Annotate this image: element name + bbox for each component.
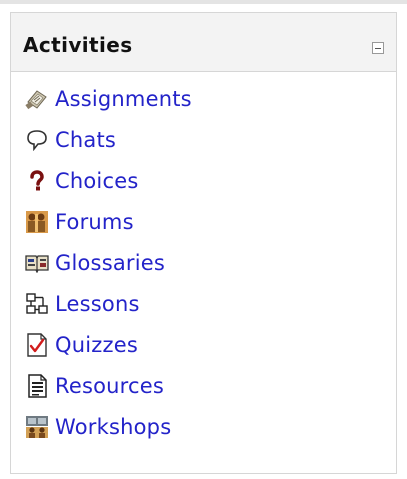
activity-label: Forums (55, 209, 134, 234)
activity-link-glossaries[interactable]: Glossaries (25, 242, 396, 283)
activity-label: Lessons (55, 291, 140, 316)
activity-label: Quizzes (55, 332, 138, 357)
quiz-checkmark-icon (25, 332, 49, 357)
activity-link-quizzes[interactable]: Quizzes (25, 324, 396, 365)
activity-label: Workshops (55, 414, 172, 439)
activity-link-resources[interactable]: Resources (25, 365, 396, 406)
block-header: Activities (11, 13, 396, 72)
top-border-line (0, 0, 407, 4)
activity-label: Resources (55, 373, 165, 398)
activity-link-chats[interactable]: Chats (25, 119, 396, 160)
glossary-book-icon (25, 251, 49, 275)
activities-list: Assignments Chats Choices Forums Glossar… (11, 72, 396, 447)
block-title: Activities (23, 33, 133, 57)
activity-label: Chats (55, 127, 117, 152)
activity-label: Choices (55, 168, 139, 193)
minus-box-icon[interactable] (372, 42, 384, 54)
activity-link-forums[interactable]: Forums (25, 201, 396, 242)
workshop-people-icon (25, 415, 49, 439)
activity-label: Assignments (55, 86, 192, 111)
resource-document-icon (25, 373, 49, 398)
activity-label: Glossaries (55, 250, 166, 275)
lesson-flowchart-icon (25, 292, 49, 316)
activity-link-assignments[interactable]: Assignments (25, 78, 396, 119)
assignment-icon (25, 87, 49, 111)
forum-people-icon (25, 210, 49, 234)
activities-block: Activities Assignments Chats Choices For… (10, 12, 397, 474)
question-mark-icon (25, 169, 49, 193)
activity-link-lessons[interactable]: Lessons (25, 283, 396, 324)
activity-link-choices[interactable]: Choices (25, 160, 396, 201)
chat-bubble-icon (25, 128, 49, 152)
activity-link-workshops[interactable]: Workshops (25, 406, 396, 447)
